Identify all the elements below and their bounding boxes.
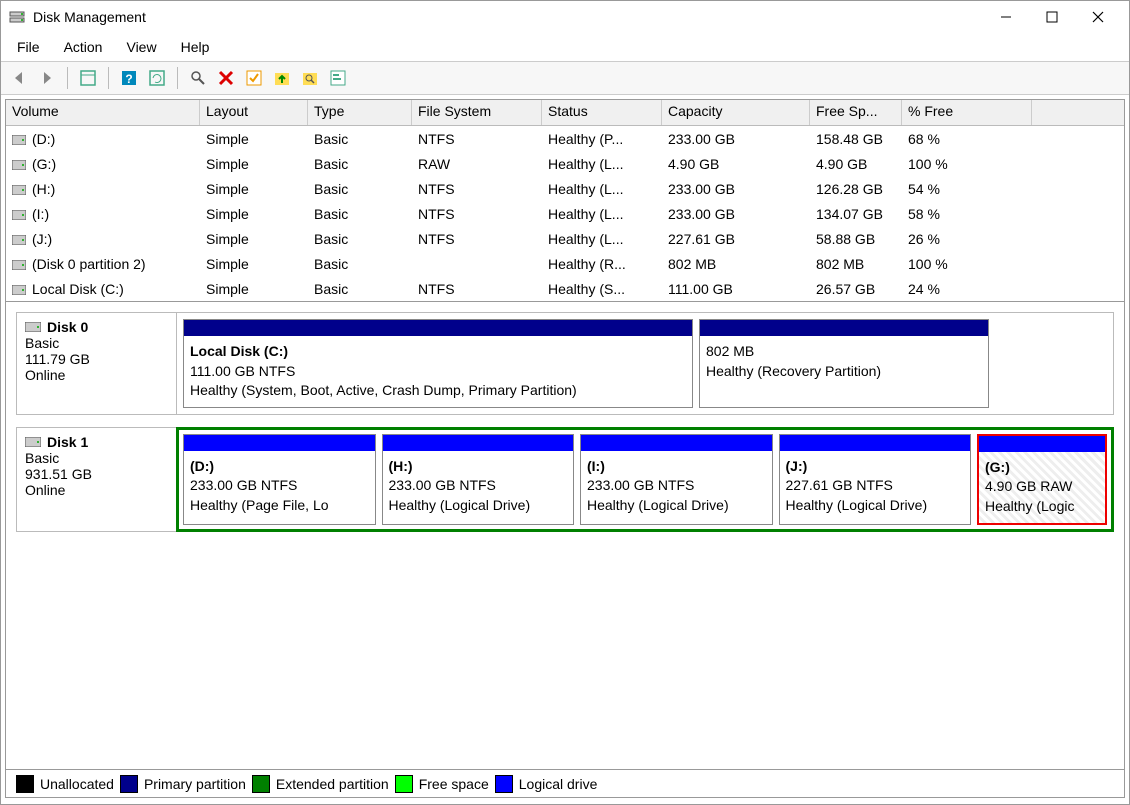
partition-h[interactable]: (H:)233.00 GB NTFSHealthy (Logical Drive… (382, 434, 575, 525)
legend: Unallocated Primary partition Extended p… (6, 769, 1124, 797)
check-icon[interactable] (242, 66, 266, 90)
col-free-space[interactable]: Free Sp... (810, 100, 902, 125)
settings-icon[interactable] (326, 66, 350, 90)
disk-info-0[interactable]: Disk 0 Basic 111.79 GB Online (16, 312, 176, 415)
svg-text:?: ? (125, 72, 132, 86)
search-icon[interactable] (298, 66, 322, 90)
col-layout[interactable]: Layout (200, 100, 308, 125)
col-capacity[interactable]: Capacity (662, 100, 810, 125)
col-filesystem[interactable]: File System (412, 100, 542, 125)
volume-row[interactable]: Local Disk (C:)SimpleBasicNTFSHealthy (S… (6, 276, 1124, 301)
col-percent-free[interactable]: % Free (902, 100, 1032, 125)
refresh-icon[interactable] (145, 66, 169, 90)
partition-c[interactable]: Local Disk (C:) 111.00 GB NTFS Healthy (… (183, 319, 693, 408)
volume-row[interactable]: (H:)SimpleBasicNTFSHealthy (L...233.00 G… (6, 176, 1124, 201)
partition-recovery[interactable]: 802 MB Healthy (Recovery Partition) (699, 319, 989, 408)
volume-row[interactable]: (G:)SimpleBasicRAWHealthy (L...4.90 GB4.… (6, 151, 1124, 176)
menu-action[interactable]: Action (58, 35, 109, 59)
volume-row[interactable]: (I:)SimpleBasicNTFSHealthy (L...233.00 G… (6, 201, 1124, 226)
partition-g-selected[interactable]: (G:)4.90 GB RAWHealthy (Logic (977, 434, 1107, 525)
volume-row[interactable]: (Disk 0 partition 2)SimpleBasicHealthy (… (6, 251, 1124, 276)
partition-i[interactable]: (I:)233.00 GB NTFSHealthy (Logical Drive… (580, 434, 773, 525)
delete-icon[interactable] (214, 66, 238, 90)
help-icon[interactable]: ? (117, 66, 141, 90)
menu-file[interactable]: File (11, 35, 46, 59)
minimize-button[interactable] (983, 1, 1029, 33)
volume-row[interactable]: (D:)SimpleBasicNTFSHealthy (P...233.00 G… (6, 126, 1124, 151)
titlebar: Disk Management (1, 1, 1129, 33)
properties-icon[interactable] (76, 66, 100, 90)
upload-icon[interactable] (270, 66, 294, 90)
volume-list[interactable]: (D:)SimpleBasicNTFSHealthy (P...233.00 G… (6, 126, 1124, 301)
menu-view[interactable]: View (120, 35, 162, 59)
app-icon (9, 9, 25, 25)
disk-info-1[interactable]: Disk 1 Basic 931.51 GB Online (16, 427, 176, 532)
menu-help[interactable]: Help (175, 35, 216, 59)
forward-button[interactable] (35, 66, 59, 90)
toolbar: ? (1, 61, 1129, 95)
col-status[interactable]: Status (542, 100, 662, 125)
menubar: File Action View Help (1, 33, 1129, 61)
volume-list-header: Volume Layout Type File System Status Ca… (6, 100, 1124, 126)
maximize-button[interactable] (1029, 1, 1075, 33)
col-volume[interactable]: Volume (6, 100, 200, 125)
volume-row[interactable]: (J:)SimpleBasicNTFSHealthy (L...227.61 G… (6, 226, 1124, 251)
window-title: Disk Management (33, 9, 983, 25)
partition-d[interactable]: (D:)233.00 GB NTFSHealthy (Page File, Lo (183, 434, 376, 525)
col-type[interactable]: Type (308, 100, 412, 125)
back-button[interactable] (7, 66, 31, 90)
rescan-icon[interactable] (186, 66, 210, 90)
partition-j[interactable]: (J:)227.61 GB NTFSHealthy (Logical Drive… (779, 434, 972, 525)
close-button[interactable] (1075, 1, 1121, 33)
